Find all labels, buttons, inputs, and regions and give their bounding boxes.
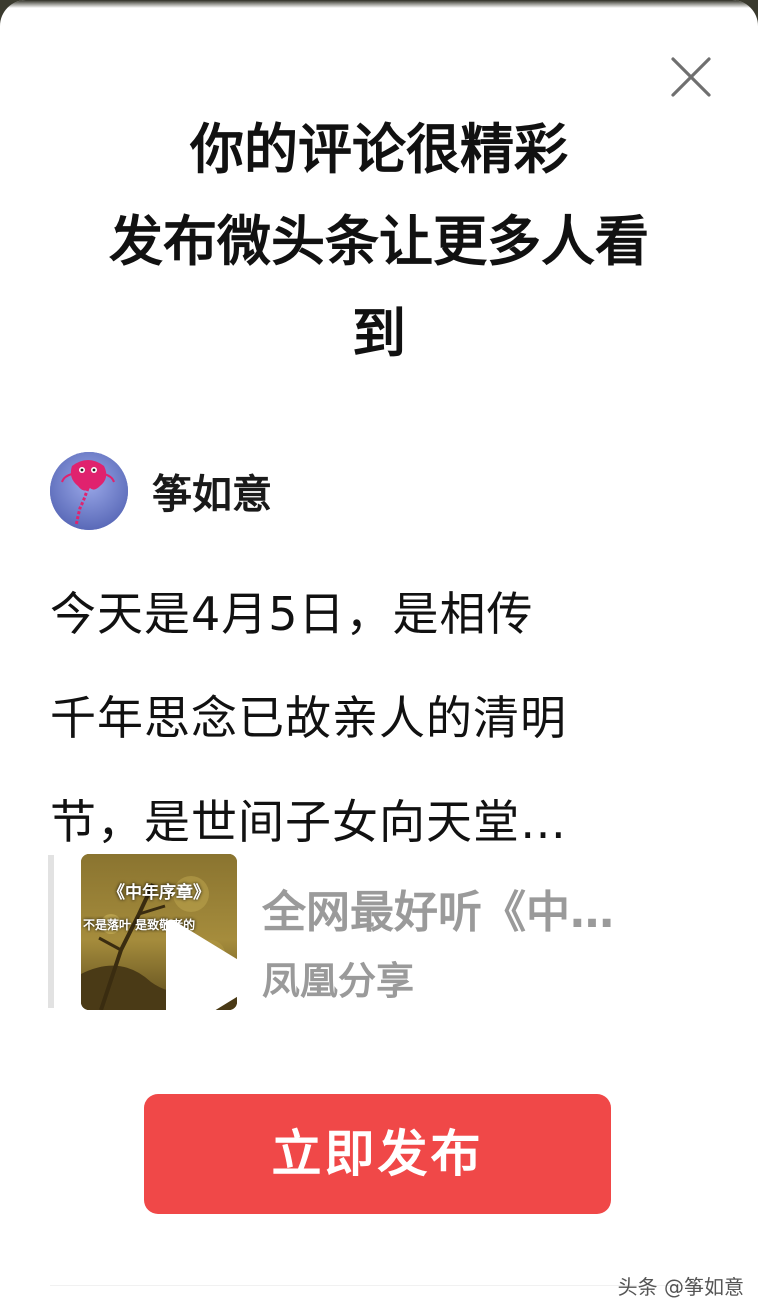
post-text-line: 千年思念已故亲人的清明 (50, 691, 567, 745)
close-icon (671, 57, 711, 97)
play-icon (166, 919, 237, 1010)
top-shade (0, 0, 758, 8)
kite-avatar-icon (50, 452, 128, 530)
close-button[interactable] (668, 54, 714, 100)
watermark: 头条 @筝如意 (617, 1275, 744, 1299)
divider (50, 1285, 708, 1286)
publish-button[interactable]: 立即发布 (144, 1094, 611, 1214)
video-thumbnail[interactable]: 《中年序章》 不是落叶 是致敬者的 (81, 854, 237, 1010)
quote-bar (48, 855, 54, 1008)
author-row: 筝如意 (50, 452, 272, 530)
headline-line: 你的评论很精彩 (190, 118, 568, 181)
dialog-headline: 你的评论很精彩 发布微头条让更多人看 到 (40, 104, 718, 380)
post-text: 今天是4月5日，是相传 千年思念已故亲人的清明 节，是世间子女向天堂… (50, 562, 690, 874)
author-name: 筝如意 (152, 472, 272, 518)
headline-line: 到 (352, 302, 406, 365)
video-source: 凤凰分享 (262, 959, 415, 1003)
post-text-line: 今天是4月5日，是相传 (50, 587, 534, 641)
avatar (50, 452, 128, 530)
video-title[interactable]: 全网最好听《中… (262, 876, 702, 940)
publish-dialog: 你的评论很精彩 发布微头条让更多人看 到 筝如意 今天是4月5日，是相传 千年思… (0, 0, 758, 1312)
headline-line: 发布微头条让更多人看 (109, 210, 649, 273)
